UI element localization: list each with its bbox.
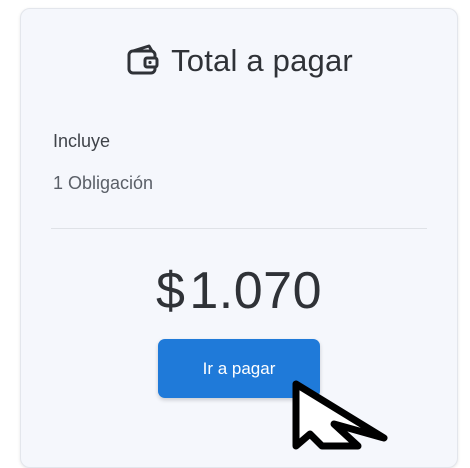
amount-value: 1.070 xyxy=(189,262,323,320)
currency-symbol: $ xyxy=(155,262,186,320)
total-amount: $1.070 xyxy=(21,261,457,321)
includes-label: Incluye xyxy=(53,131,111,151)
divider xyxy=(51,228,427,229)
card-header: Total a pagar xyxy=(21,43,457,79)
obligations-count: 1 Obligación xyxy=(53,173,154,193)
payment-summary-card: Total a pagar Incluye 1 Obligación $1.07… xyxy=(20,8,458,468)
pay-button[interactable]: Ir a pagar xyxy=(158,339,320,398)
card-title: Total a pagar xyxy=(171,43,353,78)
wallet-icon xyxy=(125,43,161,79)
